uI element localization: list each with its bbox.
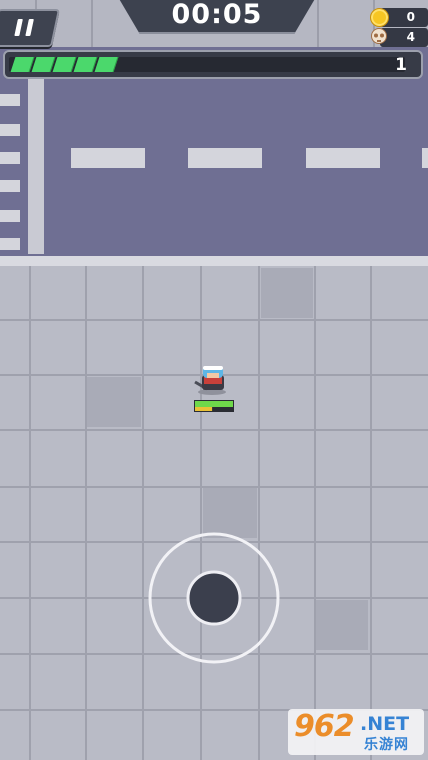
coin-counter: 0 [370, 8, 428, 27]
timer-text: 00:05 [171, 0, 263, 30]
level-number: 1 [395, 55, 407, 75]
health-fill [195, 401, 233, 407]
watermark-brand: 962 [294, 709, 355, 744]
watermark-suffix: .NET [360, 713, 410, 735]
experience-segment [52, 57, 77, 72]
kill-count: 4 [406, 30, 415, 44]
player-health-bar [194, 400, 234, 412]
experience-segment [94, 57, 119, 72]
kill-counter: 4 [370, 28, 428, 47]
experience-segment [31, 57, 56, 72]
experience-segment [73, 57, 98, 72]
virtual-joystick[interactable] [146, 530, 282, 666]
pause-button[interactable] [0, 9, 61, 47]
coin-count: 0 [406, 10, 415, 24]
experience-track [9, 57, 405, 72]
joystick-knob [186, 570, 242, 626]
lane-markings [71, 148, 428, 168]
experience-segment [10, 57, 35, 72]
watermark-sub: 乐游网 [364, 737, 409, 753]
timer-panel: 00:05 [118, 0, 316, 34]
watermark-logo: 962 .NET 乐游网 [288, 709, 424, 755]
experience-bar: 1 [3, 50, 423, 79]
pause-icon [14, 19, 23, 36]
coin-icon [370, 8, 389, 27]
skull-icon [371, 28, 387, 44]
energy-fill [195, 407, 213, 411]
